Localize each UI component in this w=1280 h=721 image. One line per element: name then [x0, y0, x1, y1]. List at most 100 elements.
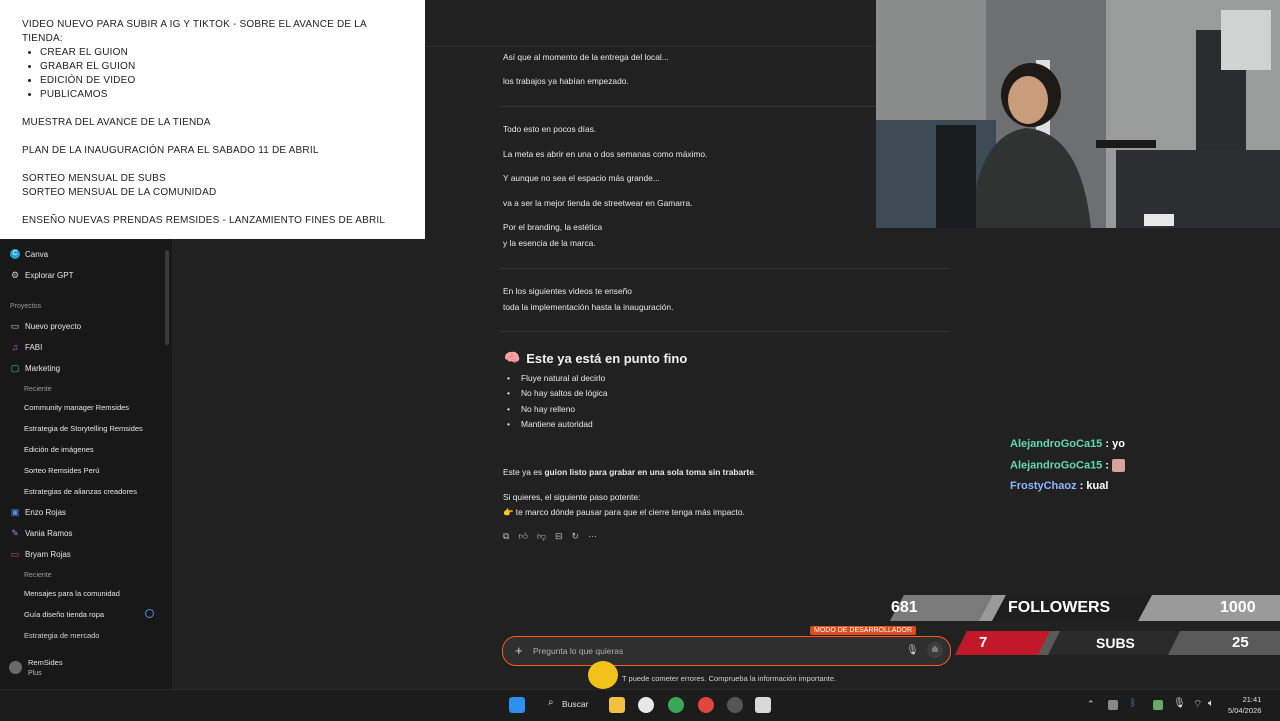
- pencil-icon: ✎: [11, 528, 19, 538]
- sidebar-chat-item[interactable]: Community manager Remsides: [24, 403, 129, 412]
- microphone-tray-icon[interactable]: 🎙︎: [1173, 698, 1186, 709]
- search-icon[interactable]: ⌕: [548, 697, 554, 708]
- sidebar-chat-item[interactable]: Estrategia de Storytelling Remsides: [24, 424, 143, 433]
- copy-icon[interactable]: ⧉: [503, 531, 509, 542]
- pointing-hand-icon: 👉: [503, 507, 514, 517]
- volume-icon[interactable]: 🔈︎: [1208, 698, 1214, 709]
- music-note-icon: ♫: [11, 342, 19, 352]
- branch-icon[interactable]: ⊟: [555, 531, 563, 542]
- disclaimer-text: T puede cometer errores. Comprueba la in…: [622, 674, 837, 683]
- message-line: toda la implementación hasta la inaugura…: [503, 302, 674, 312]
- sidebar-chat-item[interactable]: Estrategias de alianzas creadores: [24, 487, 137, 496]
- sidebar-chat-item[interactable]: Estrategia de mercado: [24, 631, 99, 640]
- app-icon[interactable]: [755, 697, 771, 713]
- divider: [500, 331, 950, 332]
- chevron-up-icon[interactable]: ⌃: [1087, 699, 1095, 710]
- sidebar-section-projects: Proyectos: [10, 303, 42, 310]
- subs-goal-bar: 7 SUBS 25: [955, 631, 1280, 655]
- sidebar-item-label: Bryam Rojas: [25, 549, 71, 559]
- taskbar-search[interactable]: Buscar: [562, 699, 588, 709]
- sidebar-item-label: Enzo Rojas: [25, 507, 66, 517]
- subs-label: SUBS: [1096, 635, 1135, 651]
- notes-item: PLAN DE LA INAUGURACIÓN PARA EL SABADO 1…: [22, 145, 319, 156]
- message-line: Así que al momento de la entrega del loc…: [503, 52, 669, 62]
- followers-goal-bar: 681 FOLLOWERS 1000: [890, 595, 1280, 621]
- webcam-feed: [876, 0, 1280, 228]
- prompt-input[interactable]: + Pregunta lo que quieras 🎙︎ ılı: [502, 636, 951, 666]
- sidebar-item-marketing[interactable]: ▢ Marketing: [10, 363, 60, 373]
- list-item: No hay saltos de lógica: [507, 388, 608, 398]
- sidebar-chat-item[interactable]: Mensajes para la comunidad: [24, 589, 120, 598]
- clock-date: 5/04/2026: [1228, 706, 1262, 715]
- message-line: Por el branding, la estética: [503, 222, 603, 232]
- sidebar-item-explore-gpt[interactable]: ⚙ Explorar GPT: [10, 270, 74, 280]
- chrome-profile-icon[interactable]: [698, 697, 714, 713]
- sidebar-item-label: Canva: [25, 249, 49, 259]
- message-line: va a ser la mejor tienda de streetwear e…: [503, 198, 693, 208]
- bluetooth-icon[interactable]: ᛒ: [1130, 698, 1136, 709]
- message-line: los trabajos ya habían empezado.: [503, 76, 629, 86]
- more-icon[interactable]: ⋯: [588, 531, 597, 542]
- notes-title: VIDEO NUEVO PARA SUBIR A IG Y TIKTOK - S…: [22, 19, 367, 44]
- followers-current: 681: [891, 599, 918, 616]
- canva-icon: C: [10, 249, 20, 259]
- developer-mode-badge: MODO DE DESARROLLADOR: [810, 626, 917, 635]
- regenerate-icon[interactable]: ↻: [572, 531, 580, 542]
- sidebar-item-label: FABI: [25, 342, 43, 352]
- tray-icon[interactable]: [1153, 700, 1163, 710]
- sticker-icon: [588, 661, 618, 689]
- clock[interactable]: 21:41 5/04/2026: [1228, 694, 1261, 716]
- list-item: Fluye natural al decirlo: [507, 373, 605, 383]
- user-name[interactable]: RemSides: [28, 658, 63, 667]
- emote-icon: [1112, 459, 1126, 472]
- stream-chat-message: AlejandroGoCa15 :: [1010, 459, 1126, 472]
- stream-chat-message: AlejandroGoCa15 : yo: [1010, 438, 1125, 450]
- message-line: Y aunque no sea el espacio más grande...: [503, 173, 660, 183]
- sidebar-chat-item[interactable]: Sorteo Remsides Perú: [24, 466, 99, 475]
- prompt-placeholder: Pregunta lo que quieras: [533, 646, 624, 656]
- clock-time: 21:41: [1242, 695, 1262, 704]
- voice-mode-icon[interactable]: ılı: [927, 642, 943, 658]
- wifi-icon[interactable]: ⌔: [1193, 698, 1202, 711]
- folder-icon: ▭: [10, 549, 20, 559]
- sidebar-item-new-project[interactable]: ▭ Nuevo proyecto: [10, 321, 81, 331]
- notes-item: SORTEO MENSUAL DE LA COMUNIDAD: [22, 187, 217, 198]
- notes-item: ENSEÑO NUEVAS PRENDAS REMSIDES - LANZAMI…: [22, 215, 386, 226]
- sidebar-chat-item[interactable]: Guía diseño tienda ropa: [24, 610, 104, 619]
- sidebar-item-label: Marketing: [25, 363, 61, 373]
- notes-item: SORTEO MENSUAL DE SUBS: [22, 173, 166, 184]
- notes-steps: CREAR EL GUION GRABAR EL GUION EDICIÓN D…: [22, 46, 403, 102]
- sidebar-item-enzo-rojas[interactable]: ▣ Enzo Rojas: [10, 507, 66, 517]
- notes-item: MUESTRA DEL AVANCE DE LA TIENDA: [22, 117, 211, 128]
- notes-step: PUBLICAMOS: [40, 88, 403, 102]
- file-explorer-icon[interactable]: [609, 697, 625, 713]
- message-line: 👉 te marco dónde pausar para que el cier…: [503, 507, 745, 517]
- followers-label: FOLLOWERS: [1008, 599, 1111, 616]
- sidebar-item-fabi[interactable]: ♫ FABI: [10, 342, 43, 352]
- message-line: En los siguientes videos te enseño: [503, 286, 632, 296]
- brain-icon: 🧠: [504, 350, 521, 365]
- sidebar-item-bryam-rojas[interactable]: ▭ Bryam Rojas: [10, 549, 71, 559]
- explore-icon: ⚙: [10, 270, 20, 280]
- notes-overlay: VIDEO NUEVO PARA SUBIR A IG Y TIKTOK - S…: [0, 0, 425, 239]
- sidebar-scrollbar[interactable]: [165, 250, 169, 345]
- sidebar-item-label: Explorar GPT: [25, 270, 74, 280]
- sidebar-item-label: Nuevo proyecto: [25, 321, 82, 331]
- section-heading: 🧠 Este ya está en punto fino: [504, 350, 687, 366]
- microphone-icon[interactable]: 🎙︎: [906, 645, 919, 656]
- avatar[interactable]: [9, 661, 22, 674]
- thumbs-down-icon[interactable]: 👎︎: [537, 531, 546, 542]
- message-actions: ⧉ 👍︎ 👎︎ ⊟ ↻ ⋯: [503, 531, 597, 542]
- new-folder-icon: ▭: [10, 321, 20, 331]
- chrome-icon[interactable]: [668, 697, 684, 713]
- sidebar-chat-item[interactable]: Edición de imágenes: [24, 445, 94, 454]
- sidebar-recent-label: Reciente: [24, 386, 52, 393]
- windows-start-icon[interactable]: [509, 697, 525, 713]
- plus-icon[interactable]: +: [515, 643, 523, 658]
- thumbs-up-icon[interactable]: 👍︎: [518, 531, 527, 542]
- obs-icon[interactable]: [727, 697, 743, 713]
- sidebar-item-vania-ramos[interactable]: ✎ Vania Ramos: [10, 528, 72, 538]
- chatgpt-icon[interactable]: [638, 697, 654, 713]
- sidebar-item-canva[interactable]: C Canva: [10, 249, 48, 259]
- tray-icon[interactable]: [1108, 700, 1118, 710]
